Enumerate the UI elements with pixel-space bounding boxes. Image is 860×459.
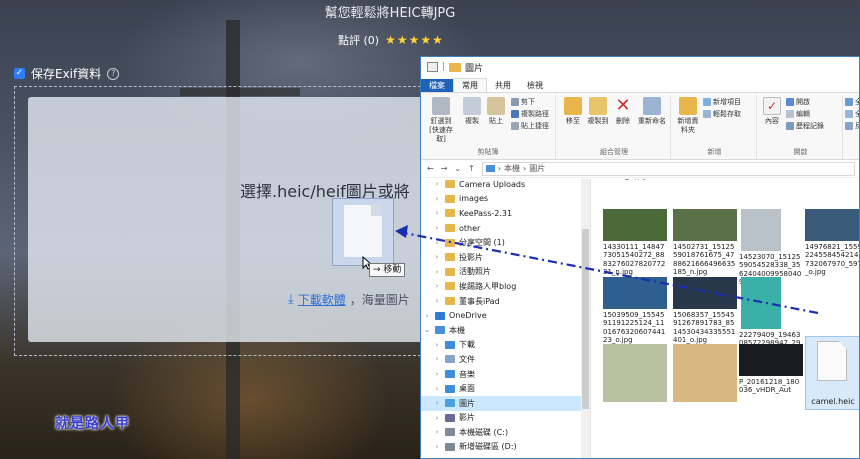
drag-path-arrow: [395, 225, 819, 315]
